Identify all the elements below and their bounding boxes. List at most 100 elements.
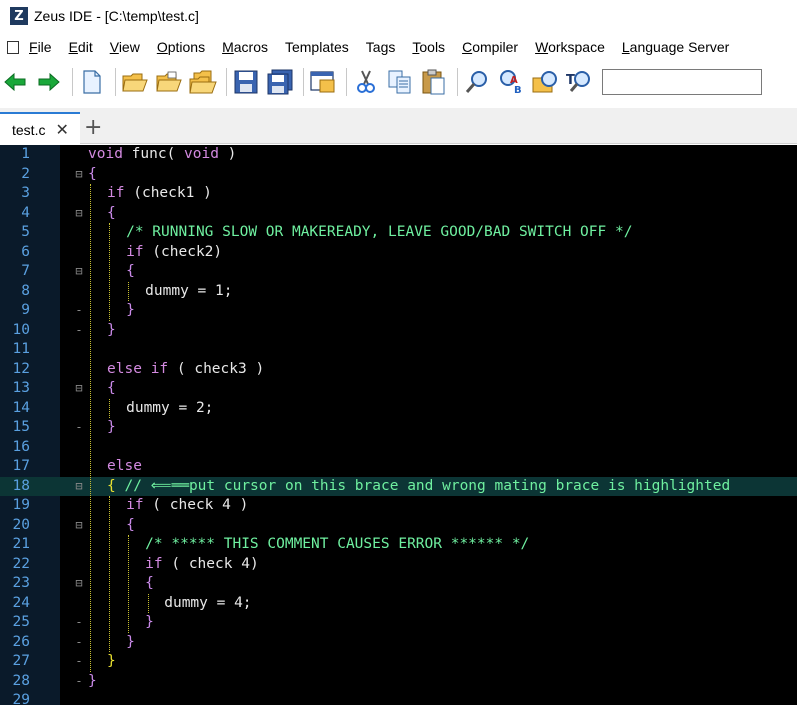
forward-arrow-icon[interactable] (34, 67, 64, 97)
code-text: } (88, 672, 97, 692)
menu-item-options[interactable]: Options (157, 39, 205, 55)
code-line[interactable]: 13 ⊟ { (0, 379, 797, 399)
line-number: 11 (12, 341, 30, 357)
new-file-icon[interactable] (77, 67, 107, 97)
brace: } (145, 614, 154, 630)
toolbar-separator (303, 68, 304, 96)
menu-label: acros (233, 39, 268, 55)
line-number: 29 (12, 692, 30, 705)
menu-item-templates[interactable]: Templates (285, 39, 349, 55)
paste-icon[interactable] (419, 67, 449, 97)
brace: { (107, 204, 116, 221)
open-folder-icon[interactable] (120, 67, 150, 97)
menu-item-macros[interactable]: Macros (222, 39, 268, 55)
code-line[interactable]: 29 (0, 691, 797, 705)
line-number: 17 (12, 458, 30, 474)
code-line[interactable]: 20 ⊟ { (0, 516, 797, 536)
open-folders-icon[interactable] (188, 67, 218, 97)
fold-marker: - (75, 615, 83, 629)
window-icon[interactable] (308, 67, 338, 97)
fold-toggle-icon[interactable]: ⊟ (72, 262, 86, 282)
find-tag-icon[interactable]: T (564, 67, 594, 97)
find-icon[interactable] (462, 67, 492, 97)
code-line[interactable]: 11 (0, 340, 797, 360)
code-text: } (107, 418, 116, 438)
code-line[interactable]: 19 if ( check 4 ) (0, 496, 797, 516)
code-line[interactable]: 15 -} (0, 418, 797, 438)
add-tab-icon[interactable]: + (84, 116, 102, 140)
menu-item-workspace[interactable]: Workspace (535, 39, 605, 55)
code-line[interactable]: 16 (0, 438, 797, 458)
code-line[interactable]: 28 -} (0, 672, 797, 692)
code-line[interactable]: 5 /* RUNNING SLOW OR MAKEREADY, LEAVE GOO… (0, 223, 797, 243)
replace-icon[interactable]: AB (496, 67, 526, 97)
menu-label: Tags (365, 39, 396, 55)
toolbar-separator (115, 68, 116, 96)
comment: /* ***** THIS COMMENT CAUSES ERROR *****… (145, 536, 530, 552)
keyword: if (107, 185, 125, 201)
copy-icon[interactable] (385, 67, 415, 97)
back-arrow-icon[interactable] (0, 67, 30, 97)
line-number: 8 (21, 282, 30, 299)
brace: { (145, 575, 154, 591)
code-text: if (check2) (126, 243, 222, 263)
code-line[interactable]: 14 dummy = 2; (0, 399, 797, 419)
code-line[interactable]: 6 if (check2) (0, 243, 797, 263)
code-line[interactable]: 4 ⊟ { (0, 204, 797, 224)
code-text: else (107, 457, 142, 477)
code-editor[interactable]: 1 void func( void ) 2 ⊟{3 if (check1 ) 4 ⊟{5/*… (0, 145, 797, 705)
find-in-files-icon[interactable] (530, 67, 560, 97)
save-icon[interactable] (231, 67, 261, 97)
code-line[interactable]: 3 if (check1 ) (0, 184, 797, 204)
code-line[interactable]: 18 ⊟ { // ⟸══put cursor on this brace and … (0, 476, 797, 497)
menu-bar: File Edit View Options Macros Templates Tags To… (0, 34, 797, 60)
code-line[interactable]: 24 dummy = 4; (0, 594, 797, 614)
menu-item-language-server[interactable]: Language Server (622, 39, 729, 55)
fold-toggle-icon[interactable]: ⊟ (72, 204, 86, 224)
line-number: 14 (12, 399, 30, 416)
code-text: if ( check 4) (145, 555, 259, 575)
open-folder-2-icon[interactable] (154, 67, 184, 97)
system-menu-icon[interactable] (7, 40, 19, 54)
code-line[interactable]: 7 ⊟ { (0, 262, 797, 282)
code-line[interactable]: 25 -} (0, 613, 797, 633)
fold-toggle-icon[interactable]: ⊟ (72, 165, 86, 185)
code-line[interactable]: 9 -} (0, 301, 797, 321)
menu-item-compiler[interactable]: Compiler (462, 39, 518, 55)
code-line[interactable]: 22 if ( check 4) (0, 555, 797, 575)
menu-item-tags[interactable]: Tags (366, 39, 396, 55)
code-line[interactable]: 12 else if ( check3 ) (0, 360, 797, 380)
line-number: 23 (12, 575, 30, 591)
menu-item-view[interactable]: View (110, 39, 140, 55)
fold-toggle-icon[interactable]: ⊟ (72, 477, 86, 497)
menu-item-file[interactable]: File (29, 39, 52, 55)
tab-test-c[interactable]: test.c ✕ (0, 112, 80, 145)
code-line[interactable]: 17 else (0, 457, 797, 477)
brace: { (107, 380, 116, 396)
menu-item-tools[interactable]: Tools (412, 39, 445, 55)
line-number: 7 (21, 263, 30, 279)
menu-mnemonic: O (156, 39, 168, 55)
code-text: /* ***** THIS COMMENT CAUSES ERROR *****… (145, 535, 529, 555)
fold-toggle-icon[interactable]: ⊟ (72, 516, 86, 536)
code-line[interactable]: 23 ⊟ { (0, 574, 797, 594)
code-line[interactable]: 8 dummy = 1; (0, 282, 797, 302)
save-all-icon[interactable] (265, 67, 295, 97)
brace: } (88, 672, 97, 689)
indent-guide (109, 496, 111, 652)
code-line[interactable]: 10 -} (0, 321, 797, 341)
cut-icon[interactable] (351, 67, 381, 97)
fold-toggle-icon[interactable]: ⊟ (72, 379, 86, 399)
menu-item-edit[interactable]: Edit (69, 39, 93, 55)
code-line[interactable]: 2 ⊟{ (0, 165, 797, 185)
line-number: 25 (12, 614, 30, 630)
code-line[interactable]: 21 /* ***** THIS COMMENT CAUSES ERROR ***… (0, 535, 797, 555)
code-line[interactable]: 27 -} (0, 652, 797, 672)
code-line[interactable]: 1 void func( void ) (0, 145, 797, 165)
fold-toggle-icon[interactable]: ⊟ (72, 574, 86, 594)
toolbar-search-input[interactable] (602, 69, 762, 95)
toolbar-separator (457, 68, 458, 96)
code-token: ) (218, 146, 237, 162)
code-line[interactable]: 26 -} (0, 633, 797, 653)
close-icon[interactable]: ✕ (55, 120, 68, 139)
